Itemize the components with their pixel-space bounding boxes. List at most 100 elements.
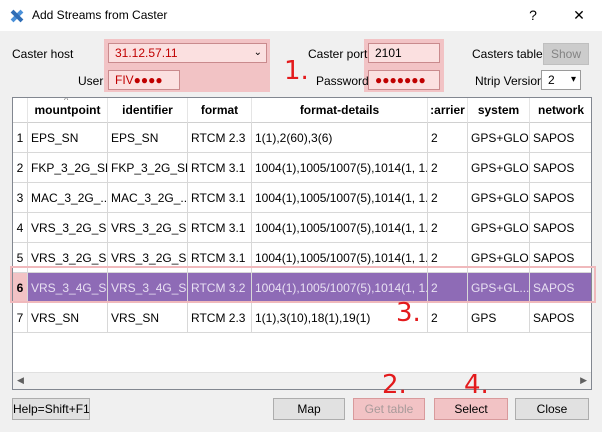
cell-system: GPS+GLO bbox=[468, 243, 530, 273]
column-header-format[interactable]: format bbox=[188, 98, 252, 123]
table-row[interactable]: 7 VRS_SN VRS_SN RTCM 2.3 1(1),3(10),18(1),19… bbox=[13, 303, 591, 333]
column-header-carrier[interactable]: :arrier bbox=[428, 98, 468, 123]
caster-port-value: 2101 bbox=[375, 46, 402, 60]
close-button[interactable]: Close bbox=[515, 398, 589, 420]
cell-format-details: 1004(1),1005/1007(5),1014(1, 1... bbox=[252, 153, 428, 183]
cell-network: SAPOS bbox=[530, 243, 591, 273]
cell-format-details: 1004(1),1005/1007(5),1014(1, 1... bbox=[252, 183, 428, 213]
app-icon bbox=[10, 9, 24, 23]
user-value: FIV●●●● bbox=[115, 73, 163, 87]
cell-carrier: 2 bbox=[428, 213, 468, 243]
user-field[interactable]: FIV●●●● bbox=[108, 70, 180, 90]
table-row[interactable]: 3 MAC_3_2G_... MAC_3_2G_... RTCM 3.1 1004(1)… bbox=[13, 183, 591, 213]
cell-format: RTCM 3.1 bbox=[188, 183, 252, 213]
annotation-1: 1. bbox=[284, 56, 309, 86]
cell-format: RTCM 2.3 bbox=[188, 303, 252, 333]
show-button[interactable]: Show bbox=[543, 43, 589, 65]
horizontal-scrollbar[interactable]: ◀ ▶ bbox=[13, 372, 591, 389]
caster-port-field[interactable]: 2101 bbox=[368, 43, 440, 63]
column-header-format-details[interactable]: format-details bbox=[252, 98, 428, 123]
table-row[interactable]: 5 VRS_3_2G_S... VRS_3_2G_S... RTCM 3.1 1004(… bbox=[13, 243, 591, 273]
row-number-header bbox=[13, 98, 28, 123]
cell-identifier: FKP_3_2G_SN bbox=[108, 153, 188, 183]
cell-identifier: VRS_3_2G_SN bbox=[108, 213, 188, 243]
row-number: 6 bbox=[13, 273, 28, 303]
cell-mountpoint: EPS_SN bbox=[28, 123, 108, 153]
chevron-down-icon: ⌄ bbox=[253, 47, 262, 58]
cell-system: GPS+GLO bbox=[468, 183, 530, 213]
casters-table-label: Casters table bbox=[472, 47, 543, 61]
help-button[interactable]: Help=Shift+F1 bbox=[12, 398, 90, 420]
cell-carrier: 2 bbox=[428, 303, 468, 333]
cell-identifier: EPS_SN bbox=[108, 123, 188, 153]
streams-table[interactable]: ^ mountpoint identifier format format-de… bbox=[12, 97, 592, 390]
row-number: 1 bbox=[13, 123, 28, 153]
cell-network: SAPOS bbox=[530, 183, 591, 213]
title-bar: Add Streams from Caster ? ✕ bbox=[0, 0, 602, 31]
cell-format-details: 1004(1),1005/1007(5),1014(1, 1... bbox=[252, 243, 428, 273]
cell-identifier: MAC_3_2G_... bbox=[108, 183, 188, 213]
get-table-button[interactable]: Get table bbox=[353, 398, 425, 420]
column-header-identifier[interactable]: identifier bbox=[108, 98, 188, 123]
cell-network: SAPOS bbox=[530, 273, 591, 303]
row-number: 3 bbox=[13, 183, 28, 213]
row-number: 7 bbox=[13, 303, 28, 333]
cell-system: GPS+GLO bbox=[468, 123, 530, 153]
cell-carrier: 2 bbox=[428, 243, 468, 273]
cell-mountpoint: MAC_3_2G_... bbox=[28, 183, 108, 213]
window-title: Add Streams from Caster bbox=[32, 8, 168, 22]
row-number: 5 bbox=[13, 243, 28, 273]
cell-mountpoint: VRS_3_2G_SN bbox=[28, 213, 108, 243]
sort-indicator-icon: ^ bbox=[64, 98, 69, 105]
cell-carrier: 2 bbox=[428, 123, 468, 153]
cell-identifier: VRS_SN bbox=[108, 303, 188, 333]
cell-format: RTCM 3.1 bbox=[188, 213, 252, 243]
annotation-3: 3. bbox=[396, 298, 421, 328]
cell-carrier: 2 bbox=[428, 273, 468, 303]
column-header-network[interactable]: network bbox=[530, 98, 591, 123]
cell-format-details: 1(1),2(60),3(6) bbox=[252, 123, 428, 153]
ntrip-version-combobox[interactable]: 2 ▾ bbox=[541, 70, 581, 90]
table-row[interactable]: 2 FKP_3_2G_SN FKP_3_2G_SN RTCM 3.1 1004(1),1… bbox=[13, 153, 591, 183]
close-title-button[interactable]: ✕ bbox=[564, 3, 594, 27]
caster-port-label: Caster port bbox=[308, 47, 368, 61]
add-streams-dialog: Add Streams from Caster ? ✕ Caster host … bbox=[0, 0, 602, 432]
scroll-left-icon[interactable]: ◀ bbox=[17, 375, 24, 386]
cell-format: RTCM 3.1 bbox=[188, 153, 252, 183]
annotation-2: 2. bbox=[382, 370, 407, 400]
row-number: 2 bbox=[13, 153, 28, 183]
table-row[interactable]: 1 EPS_SN EPS_SN RTCM 2.3 1(1),2(60),3(6) 2 GPS… bbox=[13, 123, 591, 153]
caster-host-label: Caster host bbox=[12, 47, 74, 61]
cell-format: RTCM 3.2 bbox=[188, 273, 252, 303]
help-title-button[interactable]: ? bbox=[518, 3, 548, 27]
cell-identifier: VRS_3_2G_S... bbox=[108, 243, 188, 273]
cell-format: RTCM 2.3 bbox=[188, 123, 252, 153]
cell-mountpoint: VRS_3_4G_SN bbox=[28, 273, 108, 303]
password-field[interactable]: ●●●●●●● bbox=[368, 70, 440, 90]
cell-carrier: 2 bbox=[428, 183, 468, 213]
select-button[interactable]: Select bbox=[434, 398, 508, 420]
cell-network: SAPOS bbox=[530, 123, 591, 153]
user-label: User bbox=[78, 74, 104, 88]
column-header-system[interactable]: system bbox=[468, 98, 530, 123]
column-header-mountpoint[interactable]: ^ mountpoint bbox=[28, 98, 108, 123]
cell-system: GPS bbox=[468, 303, 530, 333]
password-value: ●●●●●●● bbox=[375, 73, 426, 87]
caster-host-combobox[interactable]: 31.12.57.11 ⌄ bbox=[108, 43, 267, 63]
cell-identifier: VRS_3_4G_SN bbox=[108, 273, 188, 303]
table-row[interactable]: 4 VRS_3_2G_SN VRS_3_2G_SN RTCM 3.1 1004(1),1… bbox=[13, 213, 591, 243]
caster-host-value: 31.12.57.11 bbox=[115, 46, 178, 60]
cell-system: GPS+GL... bbox=[468, 273, 530, 303]
ntrip-version-value: 2 bbox=[548, 73, 555, 87]
table-row[interactable]: 6 VRS_3_4G_SN VRS_3_4G_SN RTCM 3.2 1004(1),1… bbox=[13, 273, 591, 303]
cell-mountpoint: VRS_SN bbox=[28, 303, 108, 333]
cell-mountpoint: FKP_3_2G_SN bbox=[28, 153, 108, 183]
cell-network: SAPOS bbox=[530, 213, 591, 243]
cell-system: GPS+GLO bbox=[468, 153, 530, 183]
password-label: Password bbox=[316, 74, 369, 88]
cell-mountpoint: VRS_3_2G_S... bbox=[28, 243, 108, 273]
map-button[interactable]: Map bbox=[273, 398, 345, 420]
ntrip-version-label: Ntrip Version bbox=[475, 74, 544, 88]
cell-carrier: 2 bbox=[428, 153, 468, 183]
scroll-right-icon[interactable]: ▶ bbox=[580, 375, 587, 386]
